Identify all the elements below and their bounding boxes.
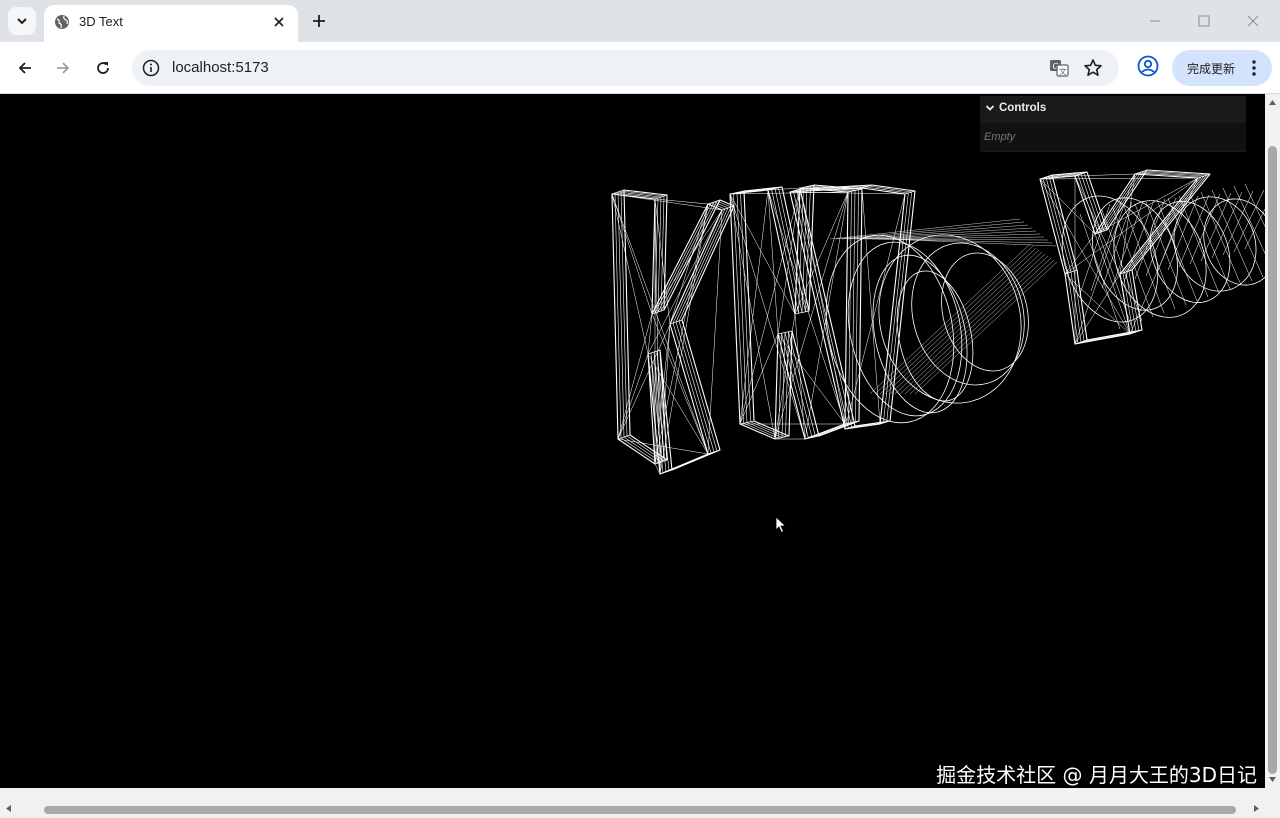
back-arrow-icon <box>18 62 31 74</box>
webgl-canvas[interactable]: Controls Empty 掘金技术社区 @ 月月大王的3D日记 <box>0 94 1265 788</box>
mouse-cursor-icon <box>775 516 787 534</box>
new-tab-button[interactable] <box>308 10 330 32</box>
controls-empty-text: Empty <box>984 131 1016 143</box>
chevron-down-icon <box>17 18 27 25</box>
info-icon[interactable] <box>142 59 160 77</box>
horizontal-scroll-thumb[interactable] <box>44 806 1236 814</box>
update-button[interactable]: 完成更新 <box>1172 50 1272 86</box>
profile-icon[interactable] <box>1136 54 1160 78</box>
tab-search-button[interactable] <box>8 7 36 35</box>
controls-title: Controls <box>999 102 1047 114</box>
toolbar: localhost:5173 G 文 完成更新 <box>0 42 1280 94</box>
minimize-button[interactable] <box>1142 8 1168 34</box>
star-icon[interactable] <box>1083 58 1103 78</box>
back-button[interactable] <box>11 54 39 82</box>
address-url[interactable]: localhost:5173 <box>172 59 269 76</box>
watermark: 掘金技术社区 @ 月月大王的3D日记 <box>936 763 1257 787</box>
vertical-scrollbar[interactable] <box>1265 94 1280 788</box>
tab-strip: 3D Text <box>0 0 1280 42</box>
tab-title: 3D Text <box>79 14 123 29</box>
controls-body: Empty <box>980 123 1246 151</box>
more-vert-icon[interactable] <box>1246 59 1262 77</box>
reload-icon <box>97 62 109 74</box>
tab-close-button[interactable] <box>270 13 288 31</box>
reload-button[interactable] <box>89 54 117 82</box>
svg-text:文: 文 <box>1059 66 1067 76</box>
horizontal-scrollbar[interactable] <box>0 788 1280 818</box>
tab-active[interactable]: 3D Text <box>44 5 298 42</box>
chevron-down-icon <box>985 105 995 111</box>
update-button-label: 完成更新 <box>1187 61 1236 76</box>
translate-icon[interactable]: G 文 <box>1049 58 1069 78</box>
controls-panel: Controls Empty <box>980 96 1246 152</box>
controls-header[interactable]: Controls <box>980 96 1246 120</box>
vertical-scroll-thumb[interactable] <box>1268 146 1277 774</box>
scroll-right-arrow-icon[interactable] <box>1252 804 1261 813</box>
forward-button[interactable] <box>49 54 77 82</box>
forward-arrow-icon <box>57 62 70 74</box>
close-icon <box>1247 15 1259 27</box>
scroll-up-arrow-icon[interactable] <box>1268 98 1277 107</box>
globe-icon <box>55 15 69 29</box>
close-icon <box>274 17 284 27</box>
wireframe-3d-text <box>611 169 1265 475</box>
address-bar[interactable]: localhost:5173 G 文 <box>132 50 1119 86</box>
maximize-icon <box>1198 15 1210 27</box>
close-window-button[interactable] <box>1240 8 1266 34</box>
plus-icon <box>313 15 325 27</box>
maximize-button[interactable] <box>1191 8 1217 34</box>
minimize-icon <box>1150 20 1160 22</box>
scroll-down-arrow-icon[interactable] <box>1268 775 1277 784</box>
scroll-left-arrow-icon[interactable] <box>4 804 13 813</box>
